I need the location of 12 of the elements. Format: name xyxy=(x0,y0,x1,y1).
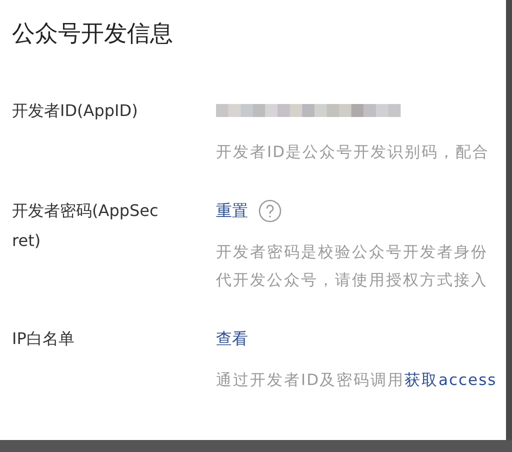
help-icon[interactable] xyxy=(258,199,282,223)
field-label: 开发者ID(AppID) xyxy=(12,100,139,122)
action-link[interactable]: 重置 xyxy=(216,196,248,226)
field-label: IP白名单 xyxy=(12,328,76,350)
field-description: 开发者密码是校验公众号开发者身份 xyxy=(216,242,489,263)
field-label: 开发者密码(AppSec ret) xyxy=(12,200,160,252)
api-link[interactable]: 获取access xyxy=(404,371,497,389)
field-description: 开发者ID是公众号开发识别码，配合 xyxy=(216,142,491,163)
action-link[interactable]: 查看 xyxy=(216,324,248,354)
field-description: 通过开发者ID及密码调用获取access xyxy=(216,370,498,391)
field-description: 代开发公众号，请使用授权方式接入 xyxy=(216,270,489,291)
page-title: 公众号开发信息 xyxy=(11,20,174,49)
